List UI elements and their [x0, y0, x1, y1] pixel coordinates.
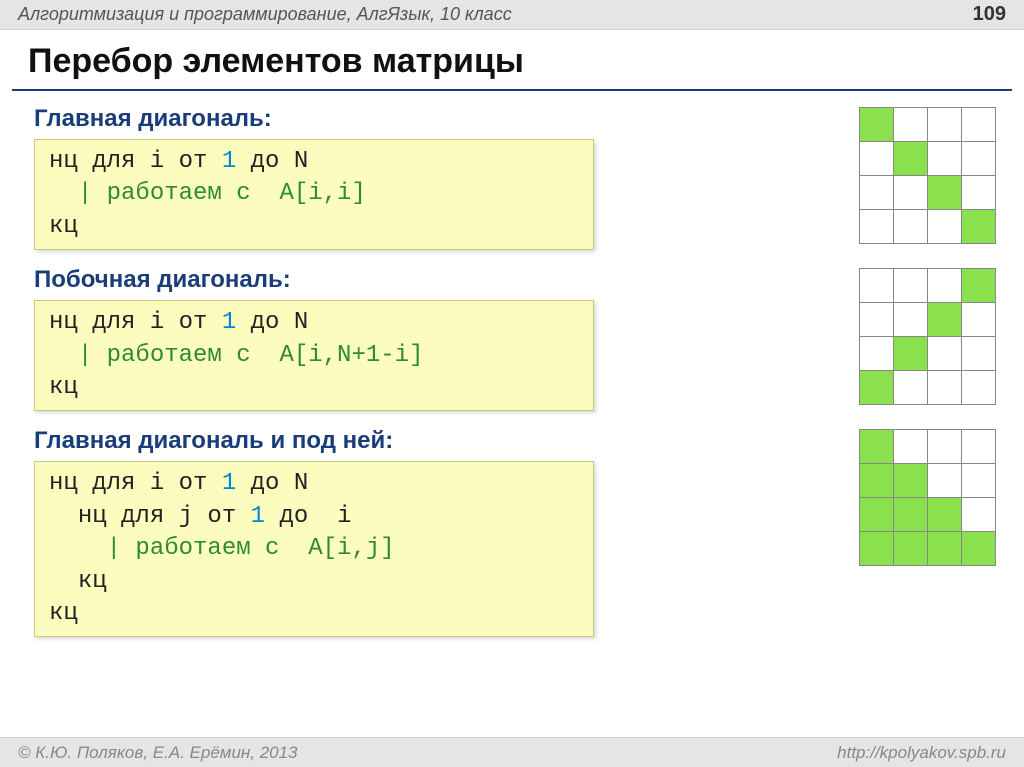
matrix-cell	[962, 269, 996, 303]
content-area: Главная диагональ: нц для i от 1 до N | …	[0, 103, 1024, 637]
matrix-cell	[860, 371, 894, 405]
matrix-cell	[860, 269, 894, 303]
matrix-cell	[860, 210, 894, 244]
matrix-cell	[962, 498, 996, 532]
code-block: нц для i от 1 до N | работаем с A[i,N+1-…	[34, 300, 594, 411]
matrix-cell	[928, 210, 962, 244]
header-subject: Алгоритмизация и программирование, АлгЯз…	[18, 4, 512, 25]
section-title: Главная диагональ:	[34, 105, 835, 133]
matrix-cell	[962, 210, 996, 244]
matrix-cell	[860, 176, 894, 210]
matrix-cell	[894, 269, 928, 303]
matrix-cell	[928, 176, 962, 210]
matrix-cell	[962, 337, 996, 371]
matrix-cell	[962, 532, 996, 566]
matrix-cell	[928, 498, 962, 532]
code-block: нц для i от 1 до N | работаем с A[i,i] к…	[34, 139, 594, 250]
matrix-cell	[860, 430, 894, 464]
slide-page: Алгоритмизация и программирование, АлгЯз…	[0, 0, 1024, 767]
code-block: нц для i от 1 до N нц для j от 1 до i | …	[34, 461, 594, 637]
matrix-cell	[928, 532, 962, 566]
matrix-cell	[962, 464, 996, 498]
section-main-diagonal: Главная диагональ: нц для i от 1 до N | …	[28, 103, 996, 250]
footer-url: http://kpolyakov.spb.ru	[837, 743, 1006, 763]
matrix-cell	[928, 464, 962, 498]
matrix-cell	[894, 498, 928, 532]
matrix-cell	[894, 108, 928, 142]
matrix-cell	[860, 108, 894, 142]
section-title: Побочная диагональ:	[34, 266, 835, 294]
matrix-cell	[962, 108, 996, 142]
footer-bar: © К.Ю. Поляков, Е.А. Ерёмин, 2013 http:/…	[0, 737, 1024, 767]
matrix-cell	[928, 303, 962, 337]
matrix-cell	[894, 176, 928, 210]
matrix-grid-main-diagonal	[859, 107, 996, 244]
matrix-cell	[962, 176, 996, 210]
section-title: Главная диагональ и под ней:	[34, 427, 835, 455]
matrix-grid-anti-diagonal	[859, 268, 996, 405]
matrix-cell	[962, 142, 996, 176]
matrix-cell	[962, 371, 996, 405]
footer-copyright: © К.Ю. Поляков, Е.А. Ерёмин, 2013	[18, 743, 298, 763]
matrix-cell	[860, 532, 894, 566]
section-anti-diagonal: Побочная диагональ: нц для i от 1 до N |…	[28, 264, 996, 411]
matrix-cell	[894, 464, 928, 498]
slide-title: Перебор элементов матрицы	[0, 30, 1024, 89]
matrix-cell	[894, 532, 928, 566]
matrix-cell	[928, 371, 962, 405]
matrix-cell	[894, 337, 928, 371]
matrix-cell	[928, 430, 962, 464]
matrix-cell	[894, 210, 928, 244]
matrix-cell	[860, 464, 894, 498]
matrix-cell	[860, 303, 894, 337]
matrix-cell	[962, 303, 996, 337]
matrix-cell	[860, 337, 894, 371]
matrix-cell	[860, 142, 894, 176]
matrix-cell	[894, 142, 928, 176]
matrix-cell	[928, 337, 962, 371]
section-lower-triangle: Главная диагональ и под ней: нц для i от…	[28, 425, 996, 637]
title-rule	[12, 89, 1012, 91]
matrix-cell	[928, 108, 962, 142]
matrix-cell	[894, 430, 928, 464]
matrix-cell	[962, 430, 996, 464]
matrix-cell	[894, 303, 928, 337]
matrix-cell	[928, 142, 962, 176]
page-number: 109	[973, 3, 1006, 26]
matrix-grid-lower-triangle	[859, 429, 996, 566]
matrix-cell	[860, 498, 894, 532]
header-bar: Алгоритмизация и программирование, АлгЯз…	[0, 0, 1024, 30]
matrix-cell	[894, 371, 928, 405]
matrix-cell	[928, 269, 962, 303]
